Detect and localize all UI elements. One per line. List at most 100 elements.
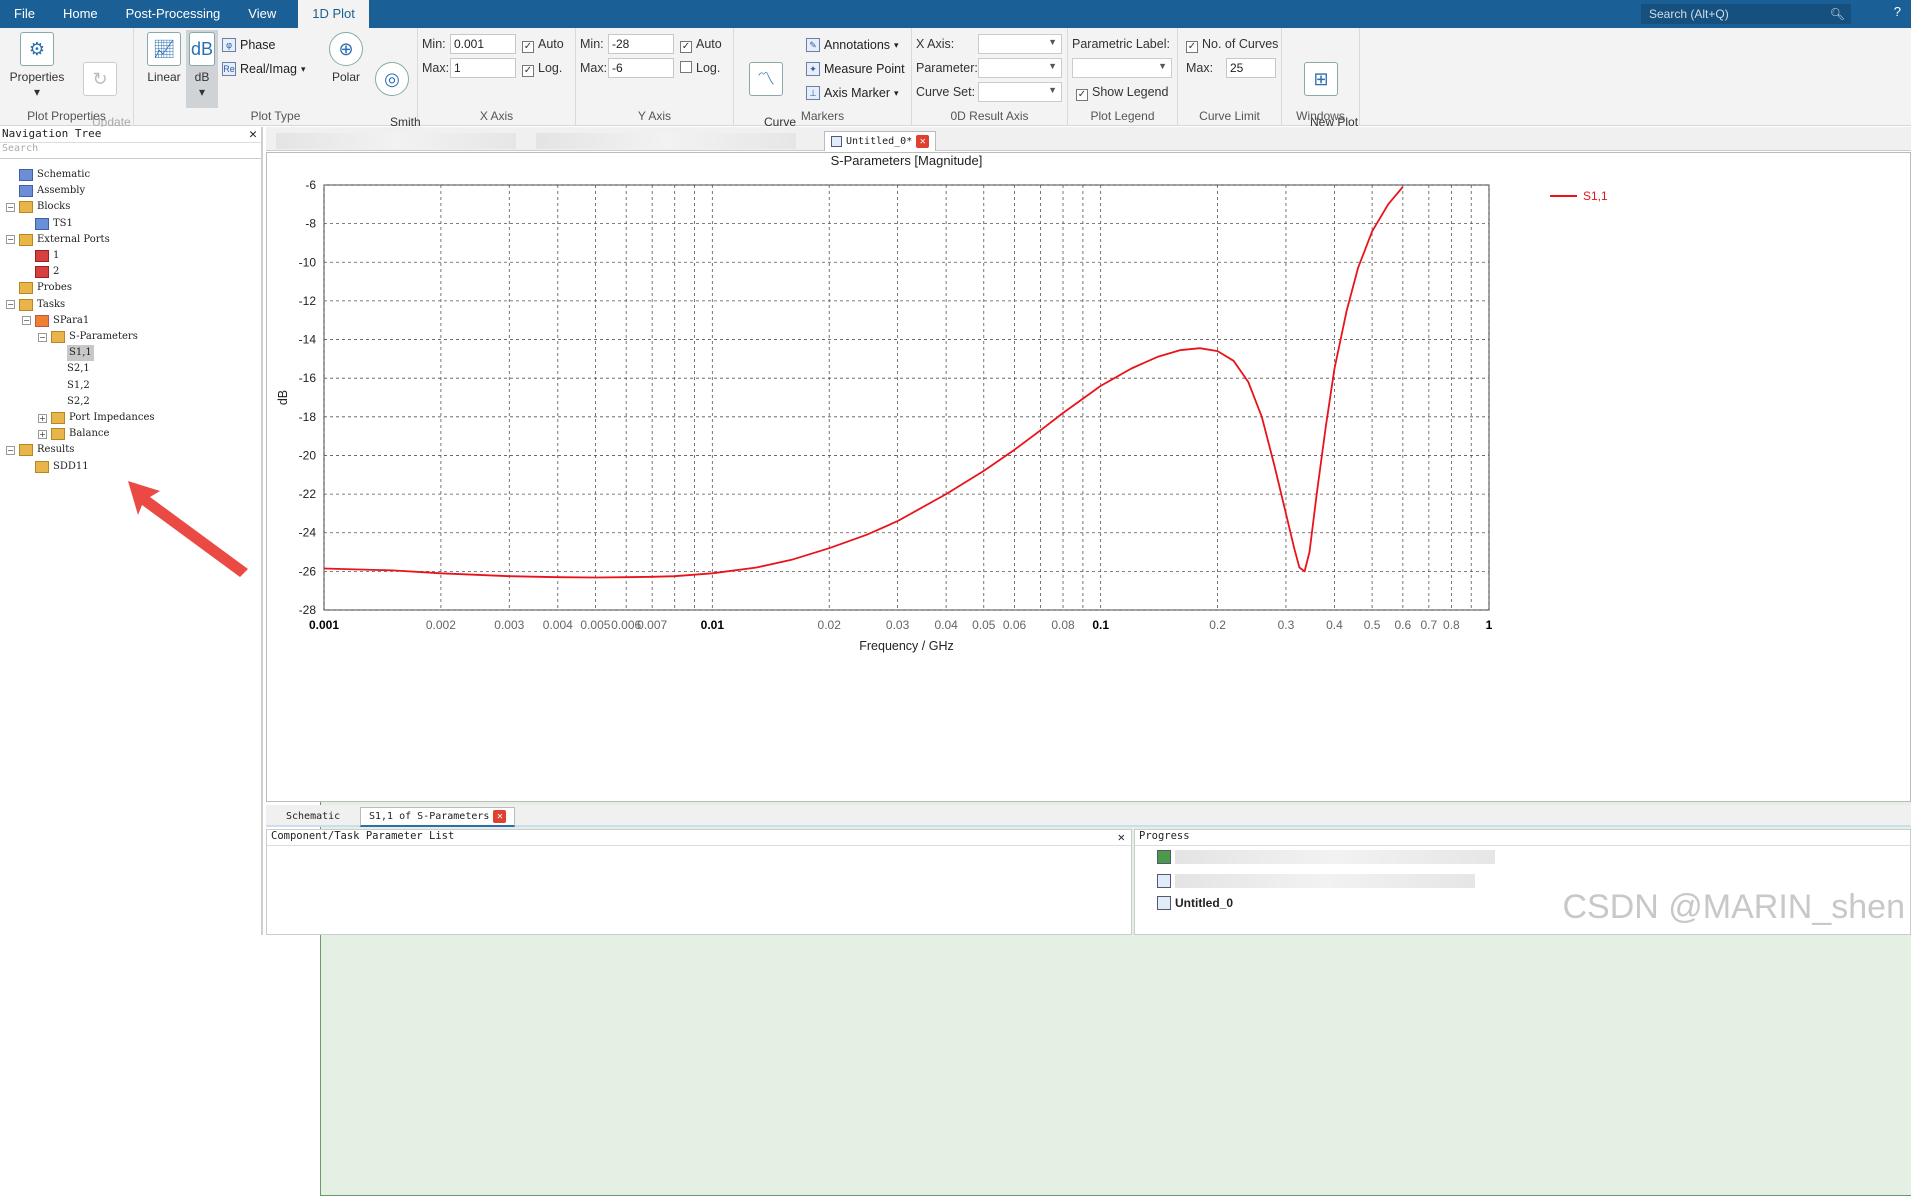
tree-item[interactable]: SDD11 [22, 459, 89, 475]
check-icon: ✓ [1076, 89, 1088, 101]
group-plot-properties: ⚙ Properties▾ ↻ Update Results Plot Prop… [0, 28, 134, 126]
chevron-down-icon: ▼ [1048, 61, 1057, 71]
no-of-curves-checkbox[interactable]: ✓No. of Curves [1186, 37, 1278, 53]
tree-item[interactable]: S2,1 [54, 361, 90, 377]
progress-item[interactable]: Untitled_0 [1157, 896, 1233, 910]
properties-button[interactable]: ⚙ Properties▾ [8, 32, 66, 100]
menu-post-processing[interactable]: Post-Processing [112, 0, 235, 28]
measure-point-button[interactable]: ✦Measure Point [806, 60, 905, 78]
collapse-icon[interactable]: − [22, 316, 31, 325]
phase-button[interactable]: φPhase [222, 36, 275, 54]
0d-x-axis-dropdown[interactable]: ▼ [978, 34, 1062, 54]
close-tab-icon[interactable]: ✕ [493, 810, 506, 823]
parameter-list-panel: Component/Task Parameter List✕ [266, 829, 1132, 935]
tree-item[interactable]: −SPara1 [22, 313, 89, 329]
tree-item[interactable]: Schematic [6, 167, 90, 183]
x-tick-label: 0.2 [1209, 618, 1226, 632]
tree-item[interactable]: +Balance [38, 426, 109, 442]
search-input[interactable]: Search (Alt+Q)🔍︎ [1641, 4, 1851, 24]
curve-max-field[interactable]: 25 [1226, 58, 1276, 78]
tab-s11-of-s-parameters[interactable]: S1,1 of S-Parameters ✕ [360, 807, 515, 827]
tab-label: Schematic [286, 807, 340, 827]
collapse-icon[interactable]: − [6, 300, 15, 309]
x-tick-label: 0.01 [701, 618, 725, 632]
x-auto-checkbox[interactable]: ✓Auto [522, 37, 564, 53]
tree-item[interactable]: −Tasks [6, 297, 65, 313]
y-min-field[interactable]: -28 [608, 34, 674, 54]
tree-item[interactable]: TS1 [22, 216, 73, 232]
tree-item[interactable]: S1,1 [54, 345, 94, 361]
tree-item[interactable]: S2,2 [54, 394, 90, 410]
tree-item[interactable]: − Results [6, 442, 74, 458]
chevron-down-icon: ▼ [1158, 61, 1167, 71]
db-button[interactable]: dB dB▾ [186, 30, 218, 108]
tree-item[interactable]: S1,2 [54, 378, 90, 394]
tree-item[interactable]: Probes [6, 280, 72, 296]
close-icon[interactable]: ✕ [249, 127, 257, 142]
nav-search-input[interactable]: Search [0, 143, 261, 159]
y-auto-checkbox[interactable]: ✓Auto [680, 37, 722, 53]
x-max-field[interactable]: 1 [450, 58, 516, 78]
tree-item[interactable]: 2 [22, 264, 59, 280]
close-icon[interactable]: ✕ [1118, 830, 1125, 844]
tree-item[interactable]: Assembly [6, 183, 85, 199]
x-tick-label: 0.08 [1051, 618, 1075, 632]
polar-button[interactable]: ⊕ Polar [324, 32, 368, 85]
collapse-icon[interactable]: − [38, 333, 47, 342]
tab-schematic[interactable]: Schematic [278, 807, 348, 827]
0d-curve-set-dropdown[interactable]: ▼ [978, 82, 1062, 102]
x-tick-label: 0.02 [818, 618, 842, 632]
parametric-label-dropdown[interactable]: ▼ [1072, 58, 1172, 78]
collapse-icon[interactable]: − [6, 235, 15, 244]
collapse-icon[interactable]: − [6, 203, 15, 212]
realimag-button[interactable]: ReReal/Imag▾ [222, 60, 306, 78]
collapse-icon[interactable]: − [6, 446, 15, 455]
y-log-checkbox[interactable]: Log. [680, 61, 720, 75]
x-min-field[interactable]: 0.001 [450, 34, 516, 54]
y-auto-label: Auto [696, 37, 722, 51]
update-icon: ↻ [83, 62, 117, 96]
x-log-checkbox[interactable]: ✓Log. [522, 61, 562, 77]
realimag-icon: Re [222, 62, 236, 76]
y-tick-label: -26 [299, 564, 317, 578]
tree-item-label: S2,2 [67, 394, 90, 410]
x-tick-label: 0.005 [580, 618, 610, 632]
menu-home[interactable]: Home [49, 0, 112, 28]
panel-title: Progress [1139, 830, 1190, 842]
tab-untitled-0[interactable]: Untitled_0*✕ [824, 131, 936, 151]
0d-parameter-dropdown[interactable]: ▼ [978, 58, 1062, 78]
curve-max-label: Max: [1186, 61, 1213, 75]
expand-icon[interactable]: + [38, 430, 47, 439]
properties-icon: ⚙ [20, 32, 54, 66]
tree-item[interactable]: −External Ports [6, 232, 110, 248]
tree-item[interactable]: +Port Impedances [38, 410, 155, 426]
0d-x-axis-label: X Axis: [916, 37, 954, 51]
annotations-label: Annotations [824, 38, 890, 52]
chart: S-Parameters [Magnitude]-6-8-10-12-14-16… [267, 153, 1910, 801]
tree-item[interactable]: 1 [22, 248, 59, 264]
x-auto-label: Auto [538, 37, 564, 51]
tab-label: S1,1 of S-Parameters [369, 807, 489, 827]
group-label: X Axis [418, 109, 575, 123]
tree-item[interactable]: −S-Parameters [38, 329, 138, 345]
menu-view[interactable]: View [234, 0, 290, 28]
linear-icon: 📈︎ [147, 32, 181, 66]
close-tab-icon[interactable]: ✕ [916, 135, 929, 148]
menu-file[interactable]: File [0, 0, 49, 28]
x-tick-label: 0.3 [1278, 618, 1295, 632]
menu-1d-plot[interactable]: 1D Plot [298, 0, 369, 28]
expand-icon[interactable]: + [38, 414, 47, 423]
axis-marker-button[interactable]: ⊥Axis Marker▾ [806, 84, 899, 102]
tree-item[interactable]: −Blocks [6, 199, 70, 215]
polar-label: Polar [332, 70, 360, 84]
help-icon[interactable]: ? [1894, 4, 1901, 19]
progress-item[interactable] [1157, 874, 1475, 888]
x-tick-label: 0.004 [543, 618, 573, 632]
linear-button[interactable]: 📈︎ Linear [142, 32, 186, 85]
axis-marker-label: Axis Marker [824, 86, 890, 100]
y-max-field[interactable]: -6 [608, 58, 674, 78]
annotations-button[interactable]: ✎Annotations▾ [806, 36, 899, 54]
show-legend-checkbox[interactable]: ✓Show Legend [1076, 85, 1168, 101]
tree-item-label: Results [37, 442, 74, 458]
progress-item[interactable] [1157, 850, 1495, 864]
